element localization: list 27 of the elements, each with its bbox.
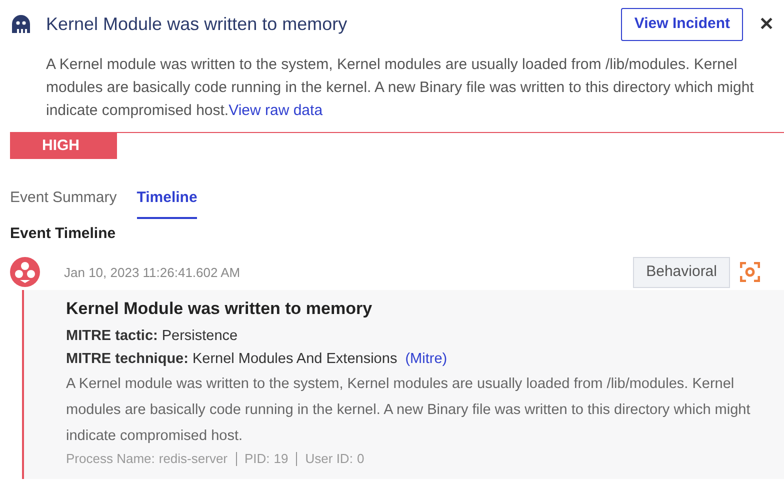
close-button[interactable]: ✕ (759, 10, 774, 38)
meta-label: Process Name: (66, 450, 155, 468)
meta-label: User ID: (305, 450, 353, 468)
category-tag: Behavioral (633, 257, 730, 288)
field-value: Persistence (162, 327, 238, 346)
alert-description: A Kernel module was written to the system, Kernel modules are usually loaded from /lib/modules. Kernel modules are basically code running in the kernel. A new Binary file was written to this directory which might indicate compromised host.View raw data (45, 54, 755, 120)
severity-badge: HIGH (10, 132, 117, 159)
field-label: MITRE tactic: (66, 327, 158, 346)
meta-value: redis-server (158, 450, 228, 468)
meta-label: PID: (244, 450, 270, 468)
tab[interactable]: Timeline (136, 187, 198, 218)
focus-icon[interactable] (740, 262, 760, 282)
tab[interactable]: Event Summary (10, 187, 117, 218)
ghost-logo-icon (10, 13, 32, 36)
field-label: MITRE technique: (66, 350, 188, 369)
event-title: Kernel Module was written to memory (66, 298, 374, 320)
field-value: Kernel Modules And Extensions (192, 350, 398, 369)
mitre-link[interactable]: (Mitre) (405, 348, 448, 371)
view-incident-button[interactable]: View Incident (621, 8, 743, 40)
event-description: A Kernel module was written to the system, Kernel modules are usually loaded from /lib/modules. Kernel modules are basically code running in the kernel. A new Binary file was written to this directory which might indicate compromised host. (66, 375, 752, 446)
event-type-icon (10, 257, 40, 288)
meta-value: 0 (356, 450, 364, 468)
meta-value: 19 (274, 450, 288, 468)
event-timestamp: Jan 10, 2023 11:26:41.602 AM (64, 264, 242, 282)
alert-title: Kernel Module was written to memory (46, 12, 348, 36)
view-raw-data-link[interactable]: View raw data (228, 102, 323, 118)
section-heading: Event Timeline (9, 224, 117, 244)
